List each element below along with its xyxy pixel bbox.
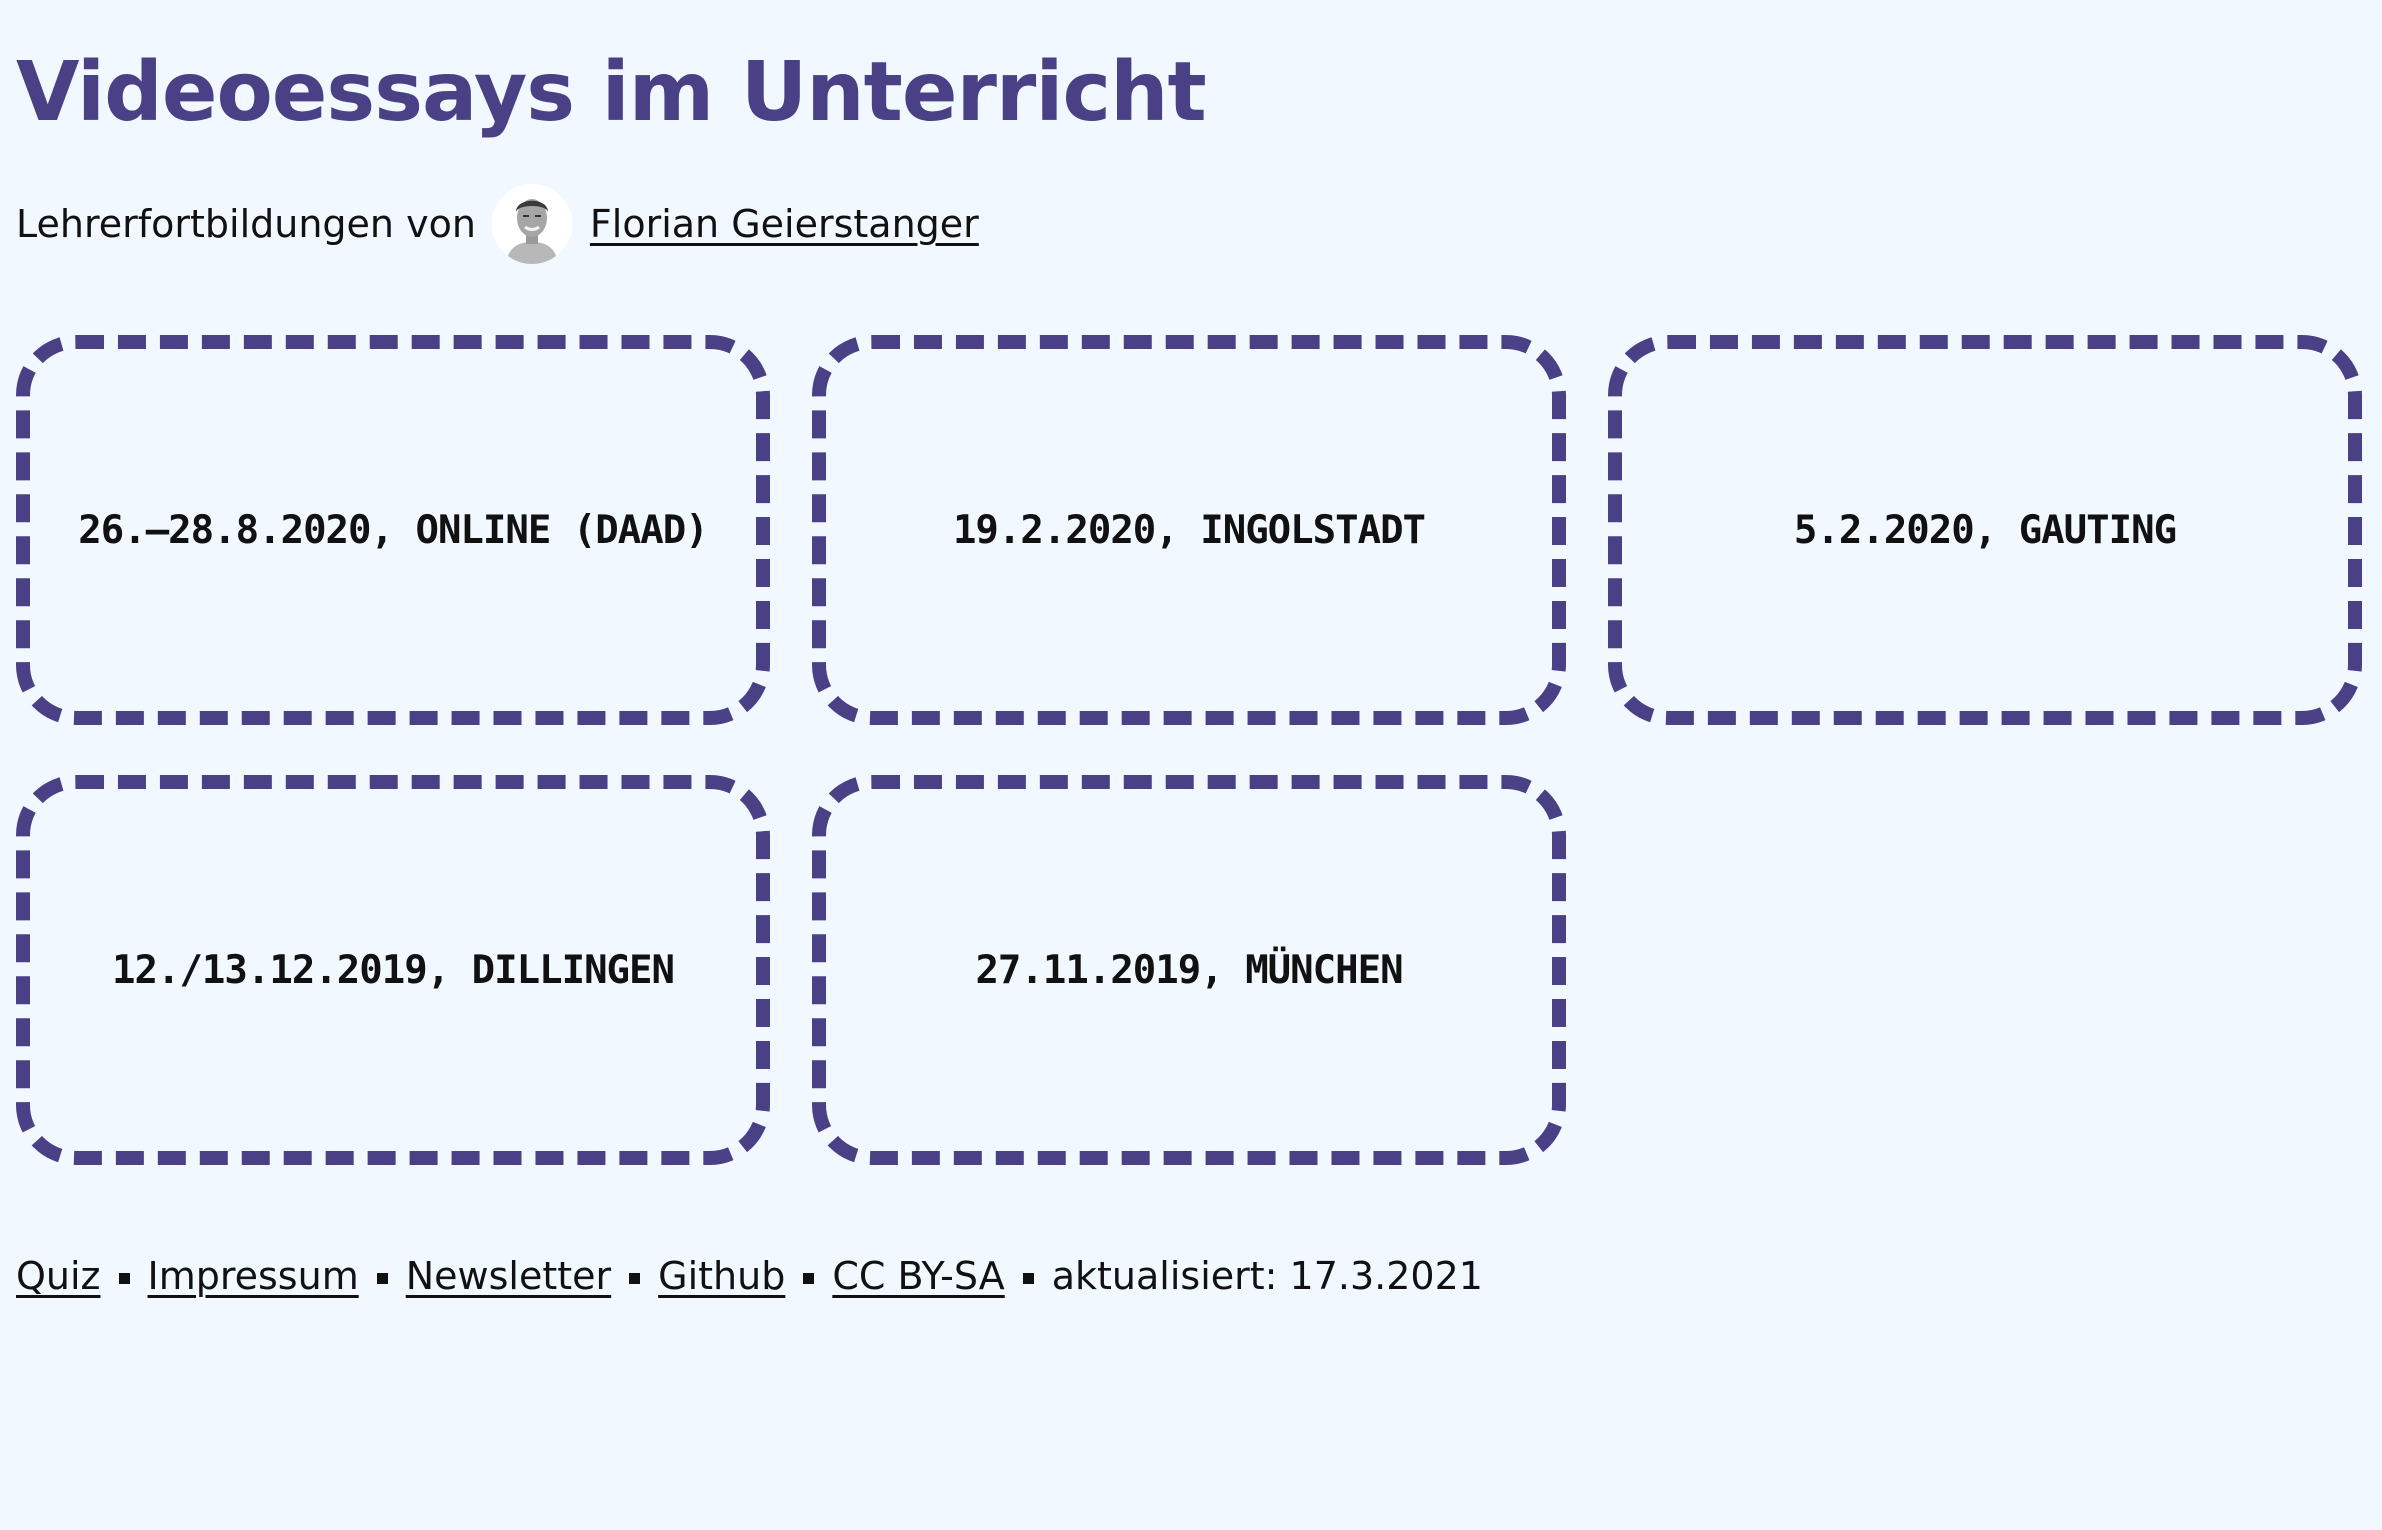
author-link[interactable]: Florian Geierstanger — [590, 202, 979, 246]
footer: Quiz Impressum Newsletter Github CC BY-S… — [16, 1254, 1483, 1298]
separator-square-icon — [629, 1272, 641, 1284]
avatar-portrait-icon — [491, 184, 572, 264]
workshop-grid: 26.–28.8.2020, Online (DAAD) 19.2.2020, … — [16, 335, 2362, 1165]
byline: Lehrerfortbildungen von Florian Geiersta… — [16, 184, 979, 264]
separator-square-icon — [803, 1272, 815, 1284]
separator-square-icon — [376, 1272, 388, 1284]
updated-text: aktualisiert: 17.3.2021 — [1051, 1254, 1483, 1298]
page-title: Videoessays im Unterricht — [16, 45, 1207, 140]
author-avatar — [491, 184, 572, 264]
separator-square-icon — [118, 1272, 130, 1284]
impressum-link[interactable]: Impressum — [148, 1254, 359, 1298]
license-link[interactable]: CC BY-SA — [832, 1254, 1004, 1298]
workshop-card[interactable]: 19.2.2020, Ingolstadt — [812, 335, 1566, 725]
newsletter-link[interactable]: Newsletter — [406, 1254, 611, 1298]
workshop-card[interactable]: 5.2.2020, Gauting — [1608, 335, 2362, 725]
github-link[interactable]: Github — [658, 1254, 785, 1298]
workshop-card[interactable]: 26.–28.8.2020, Online (DAAD) — [16, 335, 770, 725]
byline-prefix: Lehrerfortbildungen von — [16, 202, 476, 246]
workshop-card[interactable]: 27.11.2019, München — [812, 775, 1566, 1165]
workshop-card[interactable]: 12./13.12.2019, Dillingen — [16, 775, 770, 1165]
separator-square-icon — [1022, 1272, 1034, 1284]
quiz-link[interactable]: Quiz — [16, 1254, 101, 1298]
